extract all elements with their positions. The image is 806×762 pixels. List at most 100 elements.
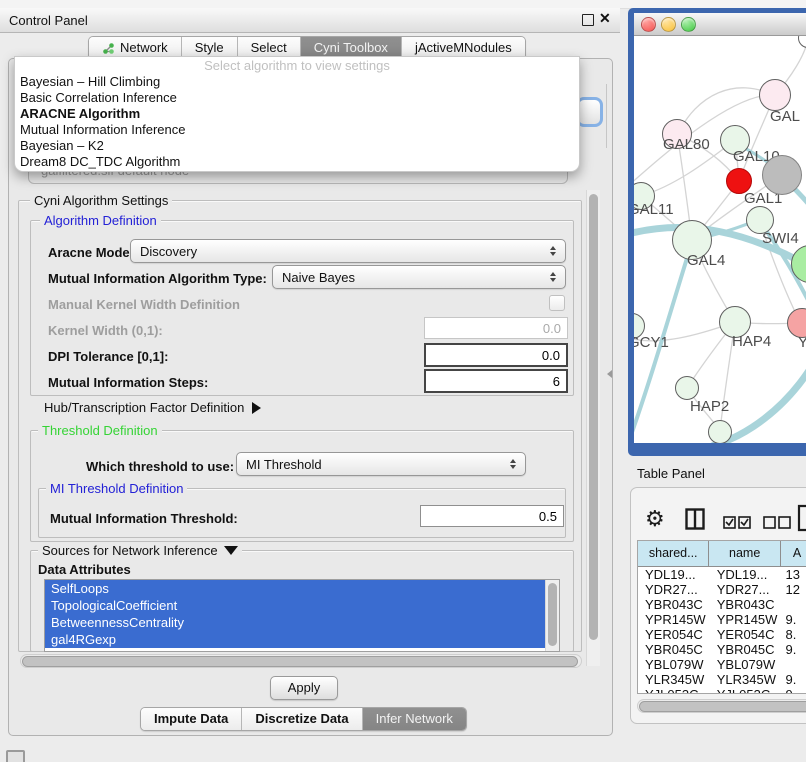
- network-window-titlebar[interactable]: [634, 13, 806, 36]
- sources-title[interactable]: Sources for Network Inference: [38, 543, 242, 558]
- attribute-item[interactable]: BetweennessCentrality: [45, 614, 546, 631]
- data-attributes-label: Data Attributes: [38, 562, 131, 577]
- kernel-width-field[interactable]: [424, 317, 568, 339]
- algorithm-option[interactable]: Basic Correlation Inference: [15, 90, 579, 106]
- table-panel: ⚙ shared... name A: [630, 487, 806, 724]
- mi-threshold-label: Mutual Information Threshold:: [50, 511, 238, 526]
- chevron-right-icon: [252, 402, 261, 414]
- cyni-settings-title: Cyni Algorithm Settings: [30, 193, 172, 208]
- mi-threshold-field[interactable]: [420, 505, 564, 527]
- apply-button[interactable]: Apply: [270, 676, 338, 700]
- tab-discretize-data[interactable]: Discretize Data: [242, 708, 362, 730]
- table-row[interactable]: YDR27... YDR27... 12: [638, 582, 806, 597]
- algorithm-option[interactable]: ARACNE Algorithm: [15, 106, 579, 122]
- inference-algorithm-combo-fragment[interactable]: [576, 97, 603, 127]
- attribute-item[interactable]: gal4RGexp: [45, 631, 546, 648]
- algorithm-definition-title: Algorithm Definition: [40, 213, 161, 228]
- tab-impute-data[interactable]: Impute Data: [141, 708, 242, 730]
- which-threshold-label: Which threshold to use:: [86, 459, 234, 474]
- minimized-panel-icon[interactable]: [6, 750, 25, 762]
- settings-vscrollbar: [586, 190, 600, 666]
- algorithm-option[interactable]: Dream8 DC_TDC Algorithm: [15, 154, 579, 170]
- network-node-label: HAP4: [732, 333, 771, 350]
- dpi-tolerance-label: DPI Tolerance [0,1]:: [48, 349, 168, 364]
- attribute-item[interactable]: TopologicalCoefficient: [45, 597, 546, 614]
- table-row[interactable]: YLR345W YLR345W 9.: [638, 672, 806, 687]
- network-node-label: Y: [798, 334, 806, 351]
- control-panel-titlebar: Control Panel ✕: [0, 8, 620, 33]
- mi-type-label: Mutual Information Algorithm Type:: [48, 271, 267, 286]
- stepper-icon: [550, 246, 556, 256]
- settings-vscrollbar-thumb[interactable]: [589, 194, 598, 640]
- zoom-traffic-light[interactable]: [681, 17, 696, 32]
- column-header-partial[interactable]: A: [781, 541, 806, 566]
- groupbox-edge: [606, 84, 607, 148]
- table-hscrollbar-thumb[interactable]: [639, 701, 806, 712]
- aracne-mode-combo[interactable]: Discovery: [130, 239, 566, 263]
- network-node[interactable]: [675, 376, 699, 400]
- checked-boxes-icon[interactable]: [723, 516, 751, 529]
- network-node[interactable]: [762, 155, 802, 195]
- algorithm-option[interactable]: Bayesian – K2: [15, 138, 579, 154]
- bottom-tabbar: Impute Data Discretize Data Infer Networ…: [140, 707, 467, 731]
- column-header-name[interactable]: name: [709, 541, 780, 566]
- table-row[interactable]: YBL079W YBL079W: [638, 657, 806, 672]
- columns-icon[interactable]: [685, 508, 705, 530]
- table-row[interactable]: YBR045C YBR045C 9.: [638, 642, 806, 657]
- table-row[interactable]: YPR145W YPR145W 9.: [638, 612, 806, 627]
- network-node-label: HAP2: [690, 398, 729, 415]
- control-panel-title: Control Panel: [9, 13, 88, 28]
- table-panel-title: Table Panel: [637, 466, 705, 481]
- algorithm-list: Bayesian – Hill ClimbingBasic Correlatio…: [15, 74, 579, 170]
- attributes-listbox: SelfLoopsTopologicalCoefficientBetweenne…: [44, 579, 560, 652]
- close-traffic-light[interactable]: [641, 17, 656, 32]
- algorithm-placeholder: Select algorithm to view settings: [15, 57, 579, 74]
- network-node[interactable]: [708, 420, 732, 443]
- mi-steps-field[interactable]: [424, 369, 568, 393]
- aracne-mode-label: Aracne Mode:: [48, 245, 134, 260]
- dpi-tolerance-field[interactable]: [424, 343, 568, 367]
- attributes-vscrollbar: [545, 580, 559, 651]
- algorithm-option[interactable]: Mutual Information Inference: [15, 122, 579, 138]
- table-row[interactable]: YDL19... YDL19... 13: [638, 567, 806, 582]
- which-threshold-combo[interactable]: MI Threshold: [236, 452, 526, 476]
- float-window-icon[interactable]: [582, 14, 594, 26]
- algorithm-dropdown-popup: Select algorithm to view settings Bayesi…: [14, 56, 580, 172]
- mi-type-combo[interactable]: Naive Bayes: [272, 265, 566, 289]
- table-body: YDL19... YDL19... 13 YDR27... YDR27... 1…: [638, 567, 806, 694]
- app-root: Control Panel ✕ Network Style Select Cyn…: [0, 0, 806, 762]
- manual-kernel-checkbox[interactable]: [549, 295, 565, 311]
- settings-hscrollbar: [20, 654, 582, 668]
- network-node-label: SWI4: [762, 230, 799, 247]
- attributes-list: SelfLoopsTopologicalCoefficientBetweenne…: [45, 580, 559, 648]
- stepper-icon: [510, 459, 516, 469]
- network-canvas[interactable]: GALGAL80GAL10GAL1GAL11SWI4GAL4GCY1HAP4YH…: [634, 36, 806, 443]
- new-table-icon[interactable]: [797, 504, 806, 532]
- minimize-traffic-light[interactable]: [661, 17, 676, 32]
- gear-icon[interactable]: ⚙: [645, 506, 665, 532]
- column-header-shared[interactable]: shared...: [638, 541, 709, 566]
- network-node[interactable]: [759, 79, 791, 111]
- node-table: shared... name A YDL19... YDL19... 13 YD…: [637, 540, 806, 694]
- unchecked-boxes-icon[interactable]: [763, 516, 791, 529]
- table-row[interactable]: YJL053C YJL053C 9: [638, 687, 806, 694]
- splitter-arrow-icon[interactable]: [607, 370, 612, 378]
- threshold-title: Threshold Definition: [38, 423, 162, 438]
- settings-hscrollbar-thumb[interactable]: [22, 656, 578, 667]
- network-node-label: GAL: [770, 108, 800, 125]
- chevron-down-icon: [224, 546, 238, 555]
- table-row[interactable]: YER054C YER054C 8.: [638, 627, 806, 642]
- network-node-label: GCY1: [634, 334, 669, 351]
- network-node-label: GAL4: [687, 252, 725, 269]
- table-row[interactable]: YBR043C YBR043C: [638, 597, 806, 612]
- network-node-label: GAL80: [663, 136, 710, 153]
- attributes-vscrollbar-thumb[interactable]: [548, 583, 557, 646]
- hub-definition-disclosure[interactable]: Hub/Transcription Factor Definition: [44, 400, 261, 415]
- attribute-item[interactable]: SelfLoops: [45, 580, 546, 597]
- manual-kernel-label: Manual Kernel Width Definition: [48, 297, 240, 312]
- algorithm-option[interactable]: Bayesian – Hill Climbing: [15, 74, 579, 90]
- network-icon: [102, 42, 115, 55]
- tab-infer-network[interactable]: Infer Network: [363, 708, 466, 730]
- stepper-icon: [550, 272, 556, 282]
- close-icon[interactable]: ✕: [599, 10, 611, 27]
